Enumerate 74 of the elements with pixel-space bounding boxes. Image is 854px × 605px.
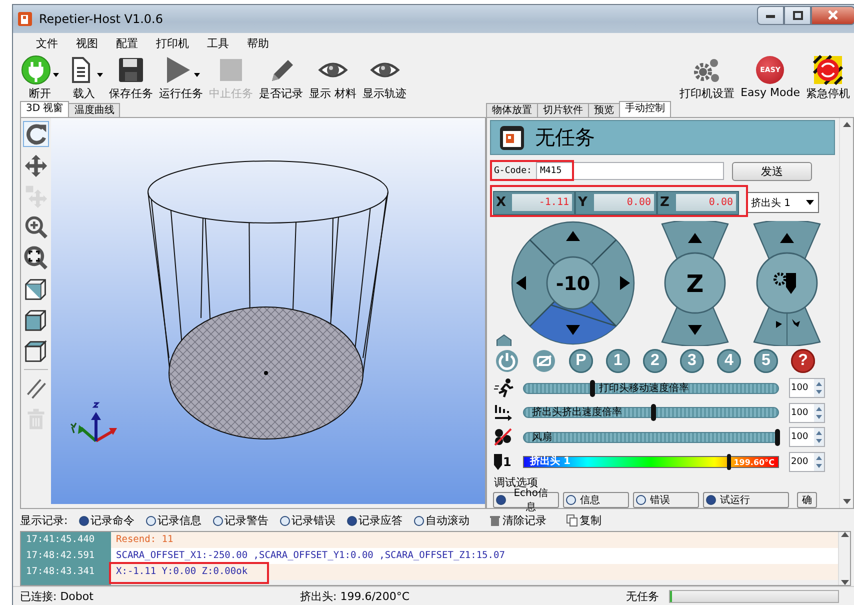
log-filter-option[interactable]: 记录警告 (212, 513, 269, 528)
axis-label: Y (578, 195, 588, 210)
log-message: Resend: 11 (116, 534, 174, 545)
step-button[interactable]: -10 (546, 256, 600, 310)
extruder-status: 挤出头: 199.6/200°C (300, 589, 411, 604)
axis-label: X (496, 195, 508, 210)
slider-track[interactable]: 挤出头挤出速度倍率 (523, 407, 779, 418)
toolbar-button[interactable]: 保存任务 (106, 54, 156, 101)
axis-label: Z (660, 195, 670, 210)
send-button[interactable]: 发送 (732, 162, 812, 181)
tab[interactable]: 物体放置 (486, 103, 538, 117)
debug-button[interactable]: 确 (797, 492, 817, 508)
connection-status: 已连接: Dobot (20, 589, 94, 604)
tab[interactable]: 手动控制 (619, 101, 671, 117)
log-filter-option[interactable]: 自动滚动 (414, 513, 470, 528)
menu-item[interactable]: 帮助 (238, 36, 278, 50)
menu-item[interactable]: 视图 (67, 36, 107, 50)
temperature-reading: 199.60°C (734, 456, 774, 468)
debug-toggle-button[interactable]: 错误 (633, 492, 699, 508)
tab[interactable]: 预览 (588, 103, 620, 117)
toolbar-button[interactable]: 载入 (62, 54, 106, 101)
section-title: 调试选项 (493, 475, 538, 489)
toolbar-button[interactable]: 打印机设置 (676, 54, 738, 101)
temperature-label: 挤出头 1 (530, 456, 570, 468)
log-timestamp: 17:48:43.341 (25, 565, 96, 579)
log-filter-option[interactable]: 记录命令 (78, 513, 135, 528)
log-timestamp: 17:48:42.591 (25, 549, 96, 563)
debug-toggle-button[interactable]: 信息 (563, 492, 629, 508)
tab[interactable]: 温度曲线 (68, 103, 120, 117)
menu-item[interactable]: 配置 (107, 36, 147, 50)
toolbar-button[interactable]: 紧急停机 (803, 54, 853, 101)
log-filter-option[interactable]: 记录信息 (146, 513, 202, 528)
menu-item[interactable]: 工具 (198, 36, 238, 50)
debug-toggle-button[interactable]: 试运行 (703, 492, 789, 508)
coordinate-value: 0.00 (594, 194, 654, 212)
toolbar-button[interactable]: 是否记录 (256, 54, 306, 101)
log-filter-option[interactable]: 记录应答 (346, 513, 403, 528)
extruder-number: 1 (503, 454, 512, 469)
toolbar-button[interactable]: 显示 材料 (306, 54, 360, 101)
job-status-title: 无任务 (535, 124, 595, 152)
slider-label: 打印头移动速度倍率 (599, 382, 690, 394)
number-input-field[interactable]: 100 (789, 378, 825, 398)
coordinate-value: 0.00 (676, 194, 736, 212)
z-home-button[interactable]: Z (664, 252, 726, 314)
gcode-label: G-Code: (493, 166, 533, 176)
log-filter-option[interactable]: 记录错误 (280, 513, 336, 528)
dropdown-value: 挤出头 1 (751, 196, 792, 210)
log-filter-label: 显示记录: (20, 513, 68, 528)
toolbar-button[interactable]: 断开 (18, 54, 62, 101)
help-button[interactable]: ? (791, 349, 815, 373)
copy-button[interactable]: 复制 (566, 513, 602, 528)
z-jog-pad[interactable]: Z (660, 220, 730, 346)
menu-item[interactable]: 文件 (27, 36, 67, 50)
number-input-field[interactable]: 100 (789, 427, 825, 448)
gcode-input-field[interactable]: M415 (536, 162, 724, 180)
log-message: SCARA_OFFSET_X1:-250.00 ,SCARA_OFFSET_Y1:0.00 ,SCARA_OFFSET_Z1:15.07 (116, 550, 505, 561)
window-title: Repetier-Host V1.0.6 (39, 12, 163, 26)
slider-label: 挤出头挤出速度倍率 (532, 407, 622, 418)
log-message: X:-1.11 Y:0.00 Z:0.00ok (116, 566, 248, 577)
slider-track[interactable]: 打印头移动速度倍率 (523, 382, 779, 394)
toolbar-button[interactable]: 运行任务 (156, 54, 206, 101)
clear-log-button[interactable]: 清除记录 (488, 513, 547, 528)
extruder-dropdown[interactable]: 挤出头 1 (747, 192, 819, 214)
slider-track[interactable]: 风扇 (523, 432, 779, 443)
menu-item[interactable]: 打印机 (147, 36, 198, 50)
number-input-field[interactable]: 200 (789, 452, 825, 472)
tab[interactable]: 3D 视窗 (20, 101, 70, 117)
slider-label: 风扇 (532, 432, 552, 443)
log-timestamp: 17:41:45.440 (25, 533, 96, 547)
number-input-field[interactable]: 100 (789, 402, 825, 423)
toolbar-button[interactable]: 显示轨迹 (360, 54, 410, 101)
tab[interactable]: 切片软件 (537, 103, 589, 117)
job-status: 无任务 (626, 589, 659, 604)
coordinate-value: -1.11 (512, 194, 572, 212)
